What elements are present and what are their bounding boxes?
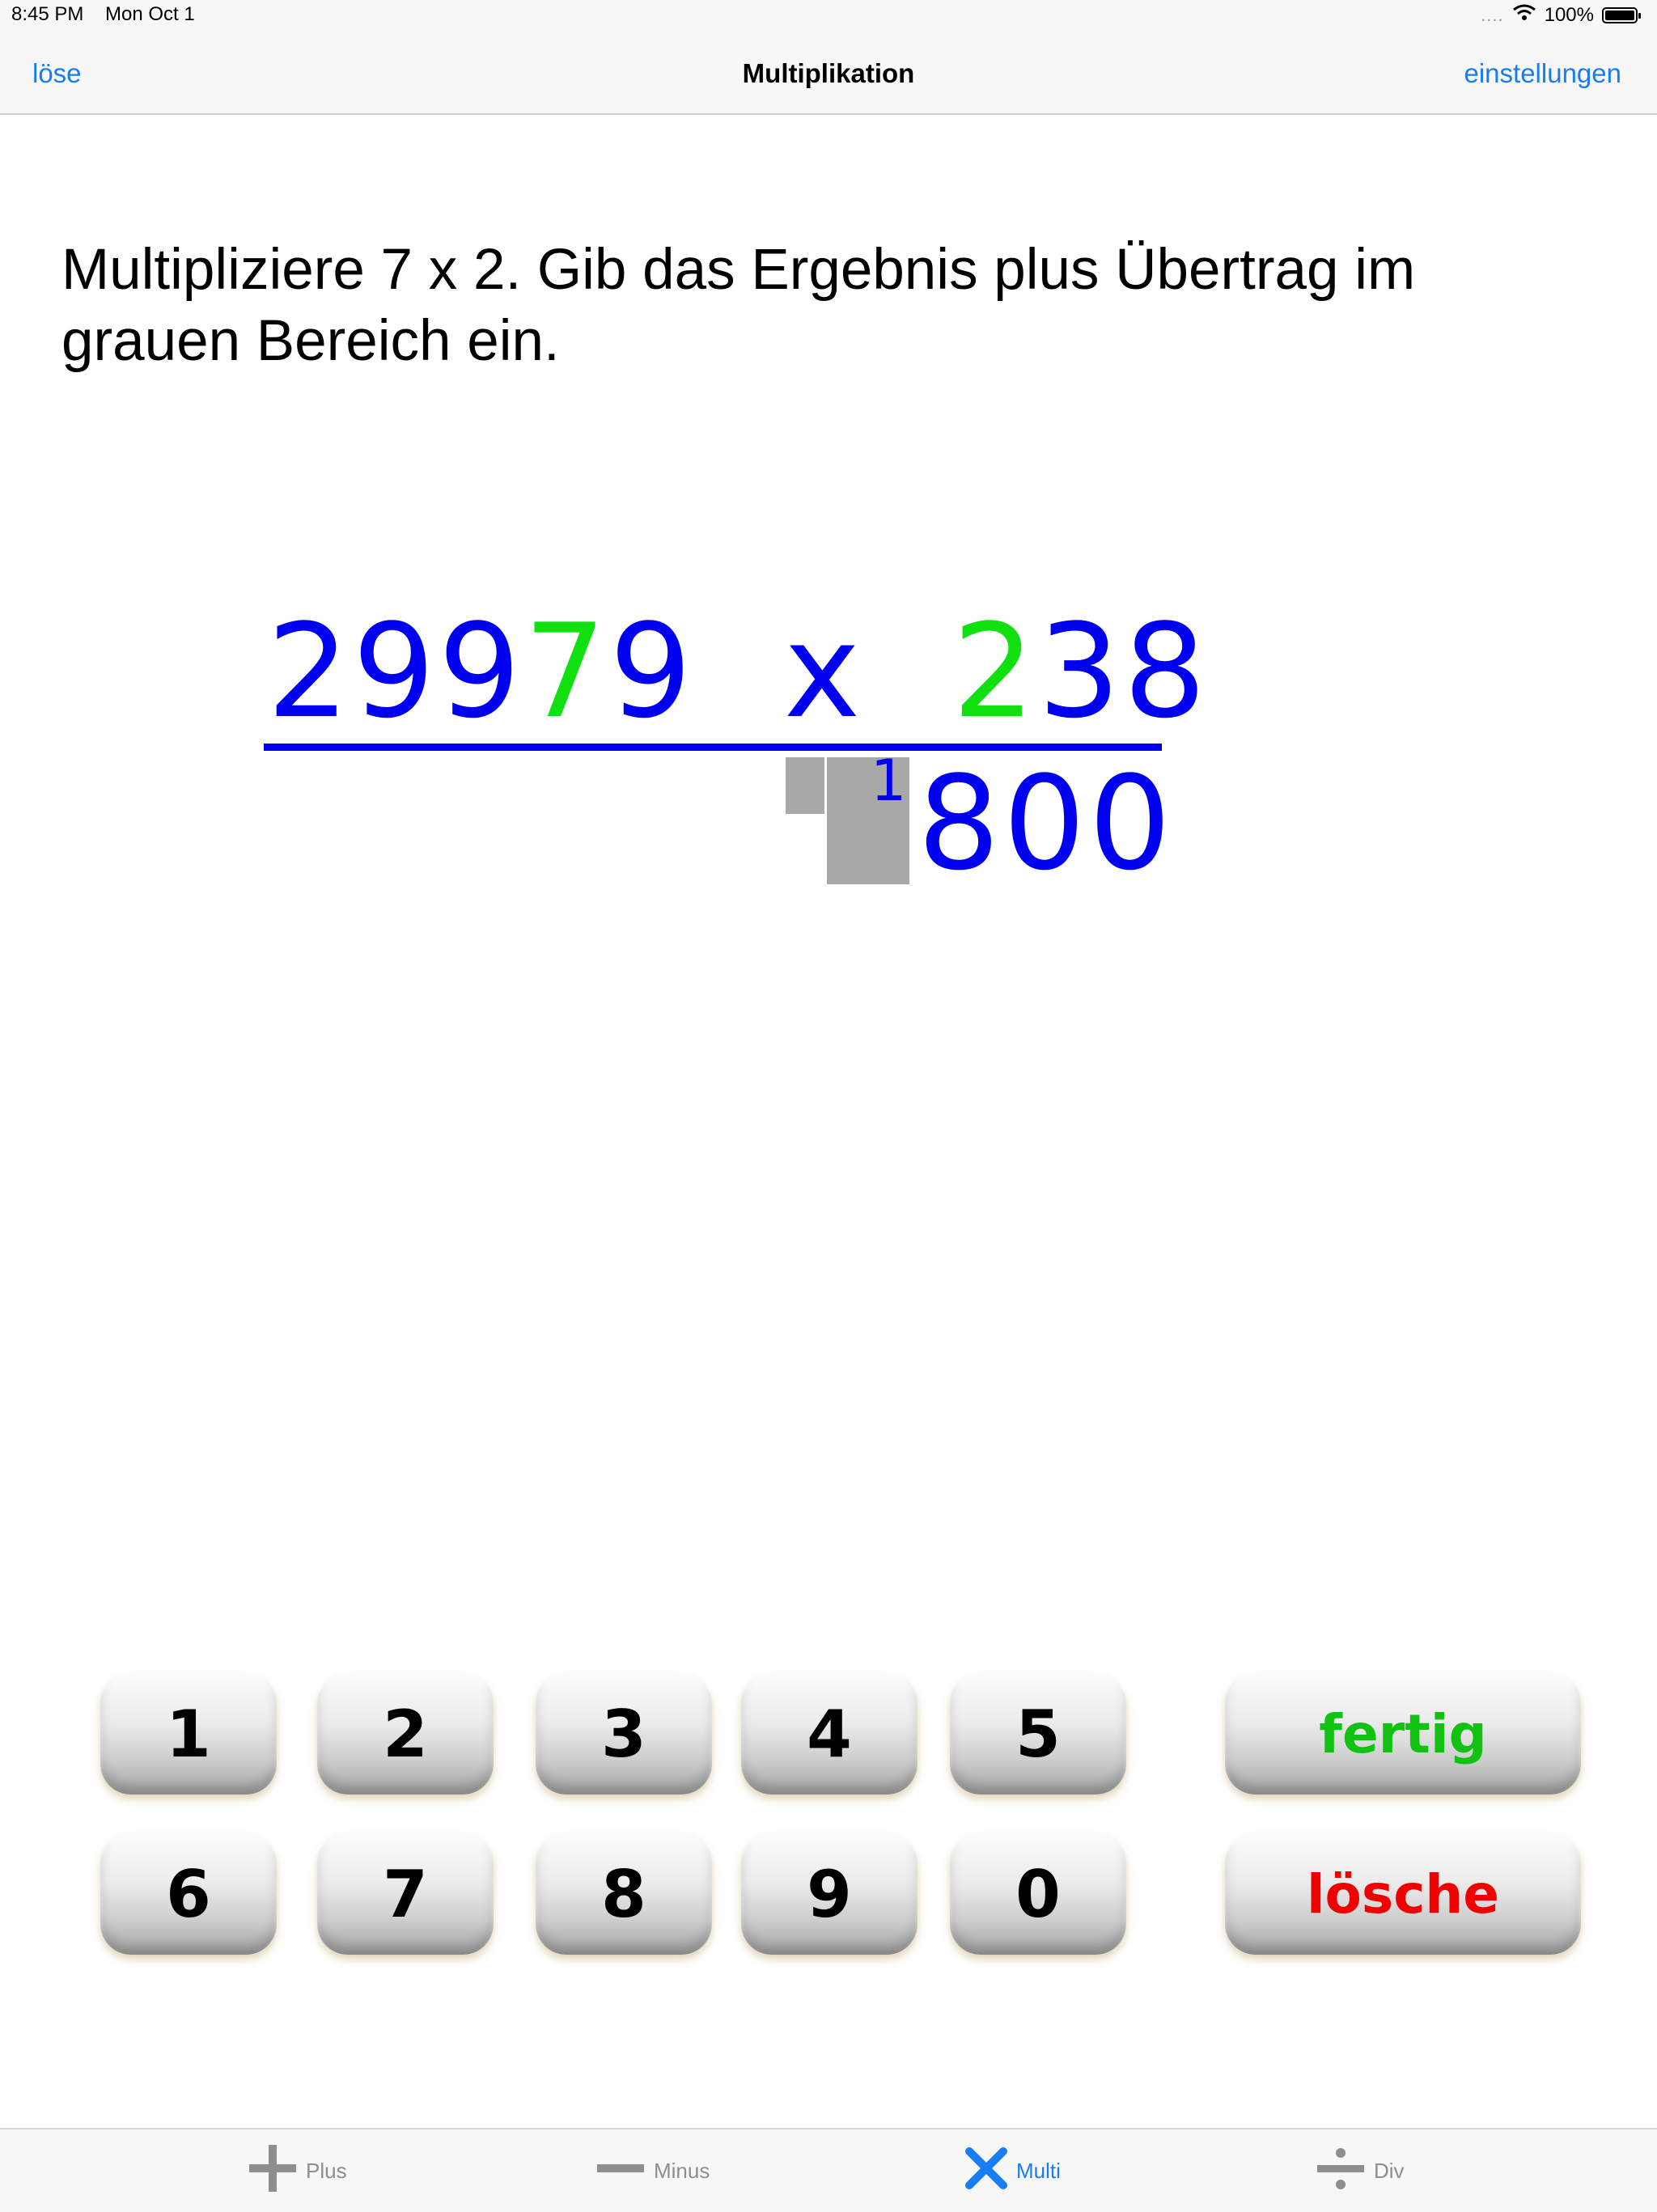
multiplicand-digits: 299 — [267, 595, 524, 747]
done-button[interactable]: fertig — [1225, 1673, 1581, 1795]
page-title: Multiplikation — [742, 58, 915, 88]
tab-div-label: Div — [1374, 2158, 1405, 2183]
wifi-icon — [1512, 3, 1536, 27]
multiplicand-current-digit: 7 — [523, 595, 610, 747]
key-3[interactable]: 3 — [536, 1673, 712, 1795]
divide-icon — [1316, 2143, 1366, 2199]
multiplication-problem: 29979 x 238 — [267, 607, 1210, 736]
tab-bar: Plus Minus Multi Div — [0, 2128, 1657, 2212]
multiply-icon — [964, 2146, 1008, 2196]
multiply-operator: x — [783, 595, 864, 747]
plus-icon — [248, 2143, 298, 2199]
multiplicand-last-digit: 9 — [609, 595, 695, 747]
tab-plus-label: Plus — [306, 2158, 347, 2183]
key-9[interactable]: 9 — [741, 1833, 917, 1955]
battery-percent: 100% — [1544, 3, 1594, 26]
multiplier-current-digit: 2 — [952, 595, 1038, 747]
navigation-bar: löse Multiplikation einstellungen — [0, 32, 1657, 115]
key-8[interactable]: 8 — [536, 1833, 712, 1955]
carry-digit: 1 — [871, 748, 907, 814]
tab-plus[interactable]: Plus — [248, 2129, 347, 2212]
partial-result: 800 — [917, 748, 1175, 899]
key-2[interactable]: 2 — [317, 1673, 494, 1795]
multiplier-digits: 38 — [1037, 595, 1210, 747]
minus-icon — [595, 2143, 646, 2199]
tab-multi-label: Multi — [1016, 2158, 1061, 2183]
key-7[interactable]: 7 — [317, 1833, 494, 1955]
tab-minus-label: Minus — [654, 2158, 710, 2183]
carry-input-area[interactable] — [786, 757, 824, 814]
tab-div[interactable]: Div — [1316, 2129, 1405, 2212]
key-4[interactable]: 4 — [741, 1673, 917, 1795]
instruction-text: Multipliziere 7 x 2. Gib das Ergebnis pl… — [61, 238, 1416, 373]
status-time: 8:45 PM — [11, 3, 84, 25]
key-5[interactable]: 5 — [950, 1673, 1126, 1795]
key-6[interactable]: 6 — [100, 1833, 277, 1955]
signal-icon: .... — [1481, 4, 1504, 25]
settings-button[interactable]: einstellungen — [1464, 58, 1622, 89]
key-1[interactable]: 1 — [100, 1673, 277, 1795]
tab-minus[interactable]: Minus — [595, 2129, 710, 2212]
tab-multi[interactable]: Multi — [964, 2129, 1061, 2212]
status-bar: 8:45 PM Mon Oct 1 .... 100% — [0, 0, 1657, 32]
battery-icon — [1602, 6, 1641, 23]
status-date: Mon Oct 1 — [105, 3, 195, 25]
key-0[interactable]: 0 — [950, 1833, 1126, 1955]
status-indicators: .... 100% — [1481, 3, 1641, 27]
clear-button[interactable]: lösche — [1225, 1833, 1581, 1955]
